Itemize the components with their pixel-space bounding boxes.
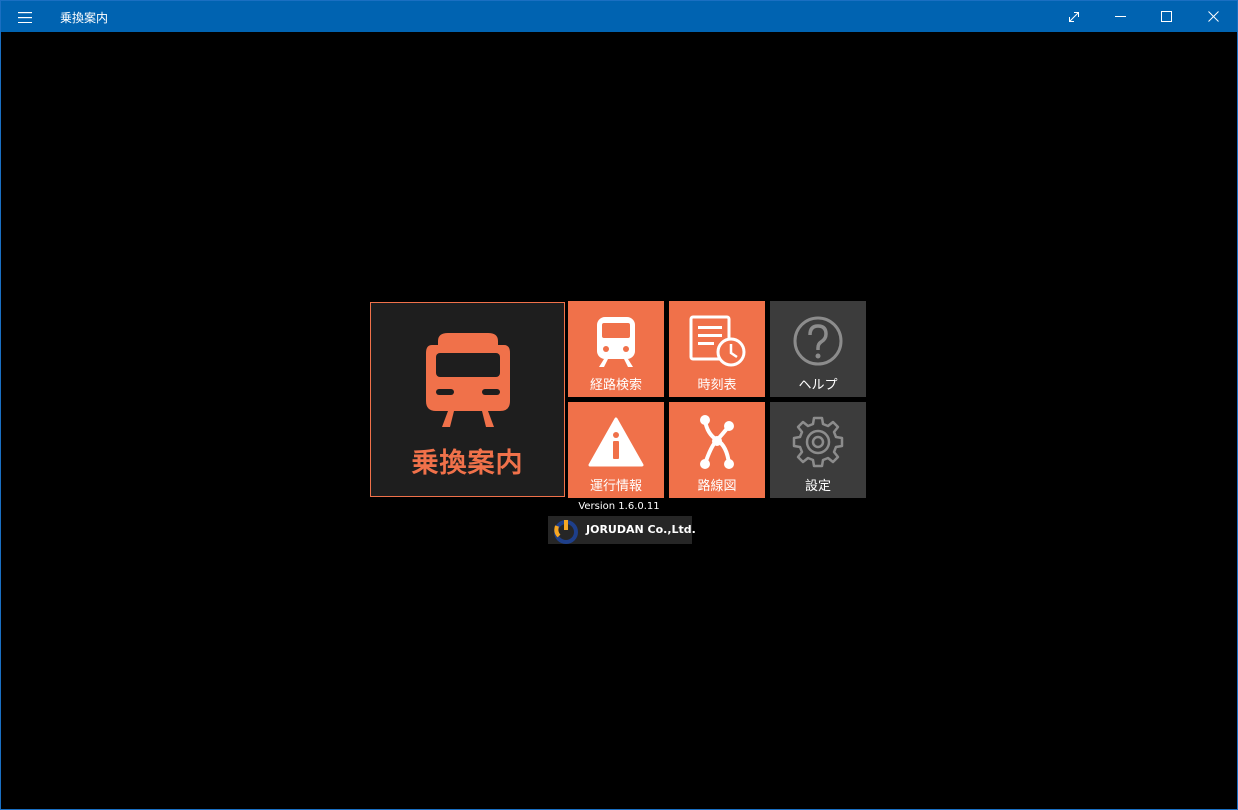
title-bar: 乗換案内 bbox=[1, 1, 1237, 32]
route-map-tile[interactable]: 路線図 bbox=[669, 402, 765, 498]
timetable-label: 時刻表 bbox=[697, 378, 737, 393]
help-question-icon bbox=[793, 316, 843, 366]
company-name: JORUDAN Co.,Ltd. bbox=[586, 523, 696, 536]
version-text: Version 1.6.0.11 bbox=[578, 501, 660, 512]
window-title: 乗換案内 bbox=[60, 11, 109, 25]
main-tile-label: 乗換案内 bbox=[411, 448, 524, 479]
transit-guide-main-tile[interactable]: 乗換案内 bbox=[370, 302, 565, 497]
route-map-icon bbox=[700, 415, 734, 469]
company-logo: JORUDAN Co.,Ltd. bbox=[548, 516, 696, 544]
help-tile[interactable]: ヘルプ bbox=[770, 301, 866, 397]
route-search-label: 経路検索 bbox=[589, 378, 642, 393]
maximize-icon[interactable] bbox=[1143, 1, 1189, 32]
route-map-label: 路線図 bbox=[697, 479, 737, 494]
service-info-label: 運行情報 bbox=[589, 479, 642, 494]
timetable-tile[interactable]: 時刻表 bbox=[669, 301, 765, 397]
settings-tile[interactable]: 設定 bbox=[770, 402, 866, 498]
timetable-clock-icon bbox=[689, 315, 746, 367]
app-window: 乗換案内 乗換案内 経路検索 時刻表 ヘルプ 運行情報 路線図 設定 Versi… bbox=[0, 0, 1238, 810]
route-search-tile[interactable]: 経路検索 bbox=[568, 301, 664, 397]
warning-info-icon bbox=[588, 417, 644, 467]
gear-icon bbox=[792, 416, 844, 468]
jorudan-logo-icon bbox=[554, 520, 578, 544]
minimize-icon[interactable] bbox=[1097, 1, 1143, 32]
settings-label: 設定 bbox=[804, 479, 831, 494]
full-screen-icon[interactable] bbox=[1051, 1, 1097, 32]
help-label: ヘルプ bbox=[798, 378, 838, 393]
train-front-icon bbox=[426, 333, 510, 427]
hamburger-menu-icon[interactable] bbox=[11, 7, 39, 27]
train-front-icon bbox=[597, 317, 635, 367]
service-info-tile[interactable]: 運行情報 bbox=[568, 402, 664, 498]
close-icon[interactable] bbox=[1190, 1, 1236, 32]
